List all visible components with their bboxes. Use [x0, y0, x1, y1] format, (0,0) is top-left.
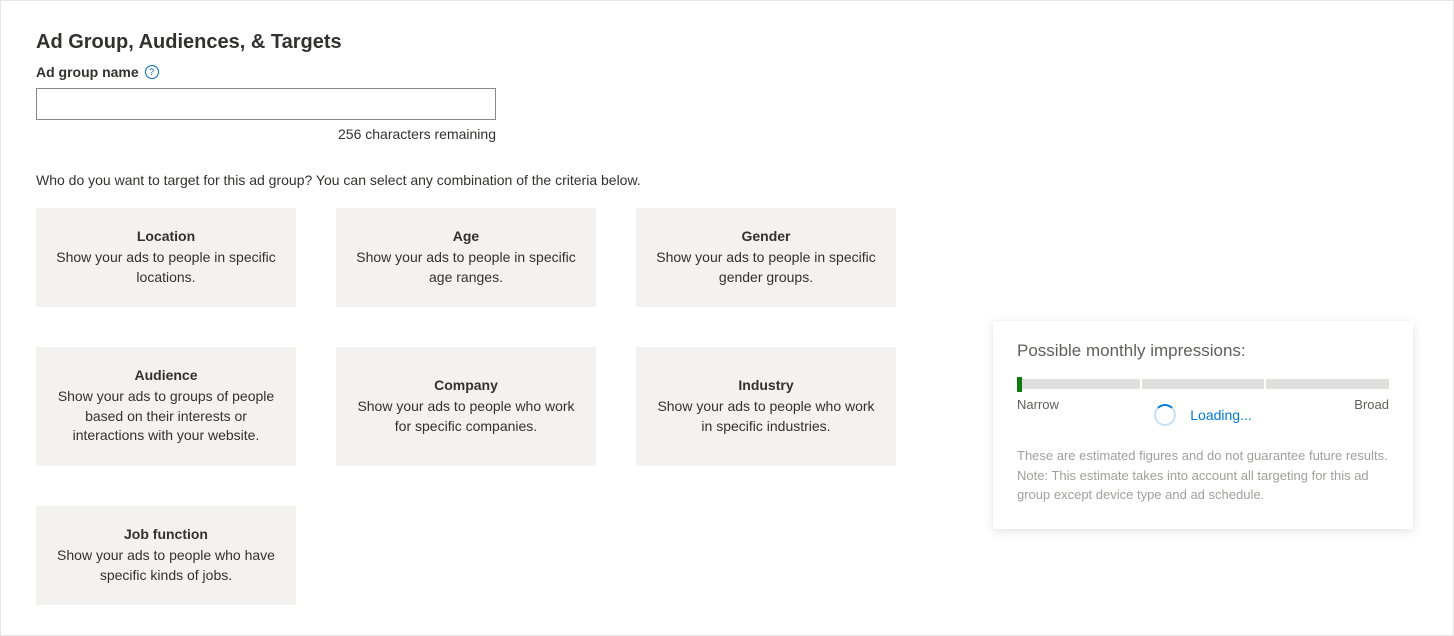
card-title: Age: [354, 228, 578, 244]
target-card-location[interactable]: Location Show your ads to people in spec…: [36, 208, 296, 307]
card-desc: Show your ads to people in specific loca…: [54, 248, 278, 287]
target-card-job-function[interactable]: Job function Show your ads to people who…: [36, 506, 296, 605]
target-card-industry[interactable]: Industry Show your ads to people who wor…: [636, 347, 896, 466]
loading-text: Loading...: [1190, 407, 1252, 423]
card-desc: Show your ads to people who have specifi…: [54, 546, 278, 585]
impressions-panel: Possible monthly impressions: Narrow Bro…: [993, 321, 1413, 529]
card-desc: Show your ads to groups of people based …: [54, 387, 278, 446]
chars-remaining: 256 characters remaining: [36, 126, 496, 142]
spinner-icon: [1154, 404, 1176, 426]
card-title: Company: [354, 377, 578, 393]
target-card-company[interactable]: Company Show your ads to people who work…: [336, 347, 596, 466]
page-title: Ad Group, Audiences, & Targets: [36, 31, 1418, 54]
ad-group-name-field: Ad group name ? 256 characters remaining: [36, 64, 1418, 142]
narrow-label: Narrow: [1017, 397, 1059, 412]
broad-label: Broad: [1354, 397, 1389, 412]
card-desc: Show your ads to people who work in spec…: [654, 397, 878, 436]
target-card-age[interactable]: Age Show your ads to people in specific …: [336, 208, 596, 307]
card-desc: Show your ads to people in specific gend…: [654, 248, 878, 287]
target-card-audience[interactable]: Audience Show your ads to groups of peop…: [36, 347, 296, 466]
ad-group-name-label: Ad group name ?: [36, 64, 159, 80]
card-title: Job function: [54, 526, 278, 542]
impressions-heading: Possible monthly impressions:: [1017, 341, 1389, 361]
ad-group-settings-panel: Ad Group, Audiences, & Targets Ad group …: [0, 0, 1454, 636]
card-title: Industry: [654, 377, 878, 393]
card-desc: Show your ads to people in specific age …: [354, 248, 578, 287]
targeting-cards-grid: Location Show your ads to people in spec…: [36, 208, 896, 605]
card-title: Gender: [654, 228, 878, 244]
help-icon[interactable]: ?: [145, 65, 159, 79]
card-title: Location: [54, 228, 278, 244]
slider-indicator: [1017, 377, 1022, 392]
impressions-note: These are estimated figures and do not g…: [1017, 446, 1389, 505]
targeting-prompt: Who do you want to target for this ad gr…: [36, 172, 1418, 188]
ad-group-name-input[interactable]: [36, 88, 496, 120]
loading-row: Loading...: [1017, 404, 1389, 426]
impressions-slider: [1017, 379, 1389, 391]
card-title: Audience: [54, 367, 278, 383]
card-desc: Show your ads to people who work for spe…: [354, 397, 578, 436]
target-card-gender[interactable]: Gender Show your ads to people in specif…: [636, 208, 896, 307]
